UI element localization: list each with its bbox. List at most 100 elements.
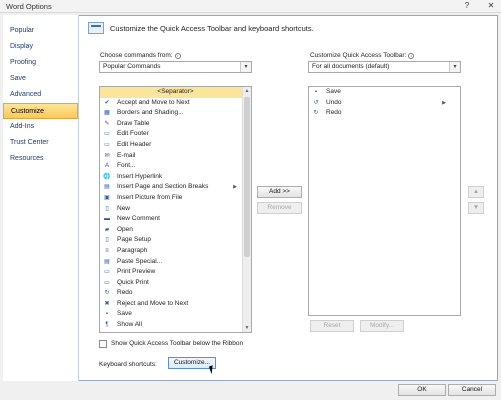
options-sidebar: Popular Display Proofing Save Advanced C… <box>3 15 79 381</box>
command-label: Insert Picture from File <box>117 193 183 201</box>
cancel-button[interactable]: Cancel <box>448 384 496 396</box>
close-button[interactable]: ✕ <box>484 1 498 11</box>
command-list-item[interactable]: ▯ Page Setup <box>100 235 251 246</box>
show-below-ribbon-checkbox[interactable] <box>99 340 107 348</box>
command-icon: ✔ <box>104 99 110 106</box>
command-icon: ▰ <box>104 226 110 233</box>
command-list-item[interactable]: ▣ Insert Picture from File <box>100 193 251 204</box>
command-list-item[interactable]: ▭ Edit Header <box>100 140 251 151</box>
sidebar-item-resources[interactable]: Resources <box>3 151 78 167</box>
scroll-down-icon[interactable]: ▼ <box>243 324 251 332</box>
choose-commands-value: Popular Commands <box>103 63 161 70</box>
sidebar-item-display[interactable]: Display <box>3 39 78 55</box>
command-label: Open <box>117 225 133 233</box>
command-icon: ▯ <box>105 205 109 212</box>
title-bar: Word Options ? ✕ <box>0 0 501 13</box>
command-label: Insert Page and Section Breaks <box>117 183 209 191</box>
commands-list[interactable]: <Separator> ✔ Accept and Move to Next ▦ Bord… <box>99 86 252 333</box>
chevron-down-icon[interactable]: ▾ <box>240 62 251 72</box>
commands-scrollbar[interactable]: ▲ ▼ <box>242 87 251 332</box>
command-list-item[interactable]: ✉ E-mail <box>100 151 251 162</box>
command-list-item[interactable]: ↻ Redo <box>100 288 251 299</box>
command-list-item[interactable]: ▦ Borders and Shading... <box>100 108 251 119</box>
command-list-item[interactable]: ▰ Open <box>100 225 251 236</box>
command-icon: ↻ <box>104 290 110 297</box>
ok-button[interactable]: OK <box>398 384 446 396</box>
modify-button[interactable]: Modify... <box>360 320 404 332</box>
choose-commands-text: Choose commands from: <box>100 52 173 59</box>
command-icon: ↺ <box>313 99 319 106</box>
command-icon: ▤ <box>104 258 110 265</box>
toolbar-list-item[interactable]: ▪ Save <box>309 87 460 98</box>
keyboard-shortcuts-label: Keyboard shortcuts: <box>99 361 157 368</box>
command-icon: ✖ <box>104 300 110 307</box>
command-list-item[interactable]: ✖ Reject and Move to Next <box>100 299 251 310</box>
choose-commands-label: Choose commands from: i <box>100 52 181 59</box>
sidebar-item-save[interactable]: Save <box>3 71 78 87</box>
scroll-thumb[interactable] <box>244 97 250 257</box>
remove-button[interactable]: Remove <box>257 202 302 214</box>
command-icon: ¶ <box>105 322 109 329</box>
command-list-item[interactable]: ▤ Insert Page and Section Breaks ▶ <box>100 182 251 193</box>
command-list-item[interactable]: A Font... <box>100 161 251 172</box>
command-list-item[interactable]: ▭ Edit Footer <box>100 129 251 140</box>
sidebar-item-customize[interactable]: Customize <box>3 103 78 119</box>
move-up-button[interactable]: ▲ <box>468 186 484 198</box>
command-label: Reject and Move to Next <box>117 299 189 307</box>
command-list-item[interactable]: 🌐 Insert Hyperlink <box>100 172 251 183</box>
command-list-item[interactable]: ▯ New <box>100 204 251 215</box>
move-down-button[interactable]: ▼ <box>468 202 484 214</box>
page-heading: Customize the Quick Access Toolbar and k… <box>110 24 314 33</box>
scroll-up-icon[interactable]: ▲ <box>243 87 251 95</box>
command-label: Show All <box>117 321 142 329</box>
command-list-item[interactable]: ¶ Show All <box>100 320 251 331</box>
command-icon: ✉ <box>104 152 110 159</box>
choose-commands-dropdown[interactable]: Popular Commands ▾ <box>99 61 252 73</box>
command-list-item[interactable]: ▭ Quick Print <box>100 278 251 289</box>
info-icon: i <box>408 53 415 59</box>
command-label: Insert Hyperlink <box>117 172 163 180</box>
sidebar-item-trust-center[interactable]: Trust Center <box>3 135 78 151</box>
sidebar-item-advanced[interactable]: Advanced <box>3 87 78 103</box>
info-icon: i <box>174 53 181 59</box>
quick-access-list[interactable]: ▪ Save ↺ Undo ▶ ↻ Redo <box>308 86 461 316</box>
toolbar-list-item[interactable]: ↺ Undo ▶ <box>309 98 460 109</box>
command-label: Accept and Move to Next <box>117 98 190 106</box>
command-list-item[interactable]: ▭ Print Preview <box>100 267 251 278</box>
command-label: Paste Special... <box>117 257 163 265</box>
command-list-item[interactable]: ▬ New Comment <box>100 214 251 225</box>
command-label: Redo <box>117 289 133 297</box>
command-icon: ▭ <box>104 131 110 138</box>
add-button[interactable]: Add >> <box>257 186 302 198</box>
toolbar-customize-icon <box>88 22 104 34</box>
command-label: Undo <box>326 98 342 106</box>
submenu-arrow-icon: ▶ <box>233 184 237 191</box>
chevron-down-icon[interactable]: ▾ <box>449 62 460 72</box>
command-label: Save <box>117 310 132 318</box>
command-list-item[interactable]: ≡ Paragraph <box>100 246 251 257</box>
submenu-arrow-icon: ▶ <box>442 99 446 106</box>
window-title: Word Options <box>6 2 52 11</box>
command-icon: ↻ <box>313 110 319 117</box>
command-label: Draw Table <box>117 119 150 127</box>
command-label: Save <box>326 88 341 95</box>
command-list-item[interactable]: ✎ Draw Table <box>100 119 251 130</box>
help-button[interactable]: ? <box>460 1 474 11</box>
command-list-item[interactable]: <Separator> <box>100 87 251 98</box>
sidebar-item-popular[interactable]: Popular <box>3 23 78 39</box>
reset-button[interactable]: Reset <box>310 320 354 332</box>
customize-toolbar-dropdown[interactable]: For all documents (default) ▾ <box>308 61 461 73</box>
command-label: <Separator> <box>157 88 194 95</box>
customize-toolbar-value: For all documents (default) <box>312 63 390 70</box>
command-icon: ▦ <box>104 110 110 117</box>
command-list-item[interactable]: ▪ Save <box>100 309 251 320</box>
sidebar-item-add-ins[interactable]: Add-Ins <box>3 119 78 135</box>
command-list-item[interactable]: ▤ Paste Special... <box>100 257 251 268</box>
command-list-item[interactable]: ✔ Accept and Move to Next <box>100 98 251 109</box>
command-icon: 🌐 <box>103 173 111 180</box>
command-icon: ▭ <box>104 269 110 276</box>
command-icon: ▣ <box>104 194 110 201</box>
sidebar-item-proofing[interactable]: Proofing <box>3 55 78 71</box>
toolbar-list-item[interactable]: ↻ Redo <box>309 108 460 119</box>
command-icon: ▪ <box>105 311 109 318</box>
